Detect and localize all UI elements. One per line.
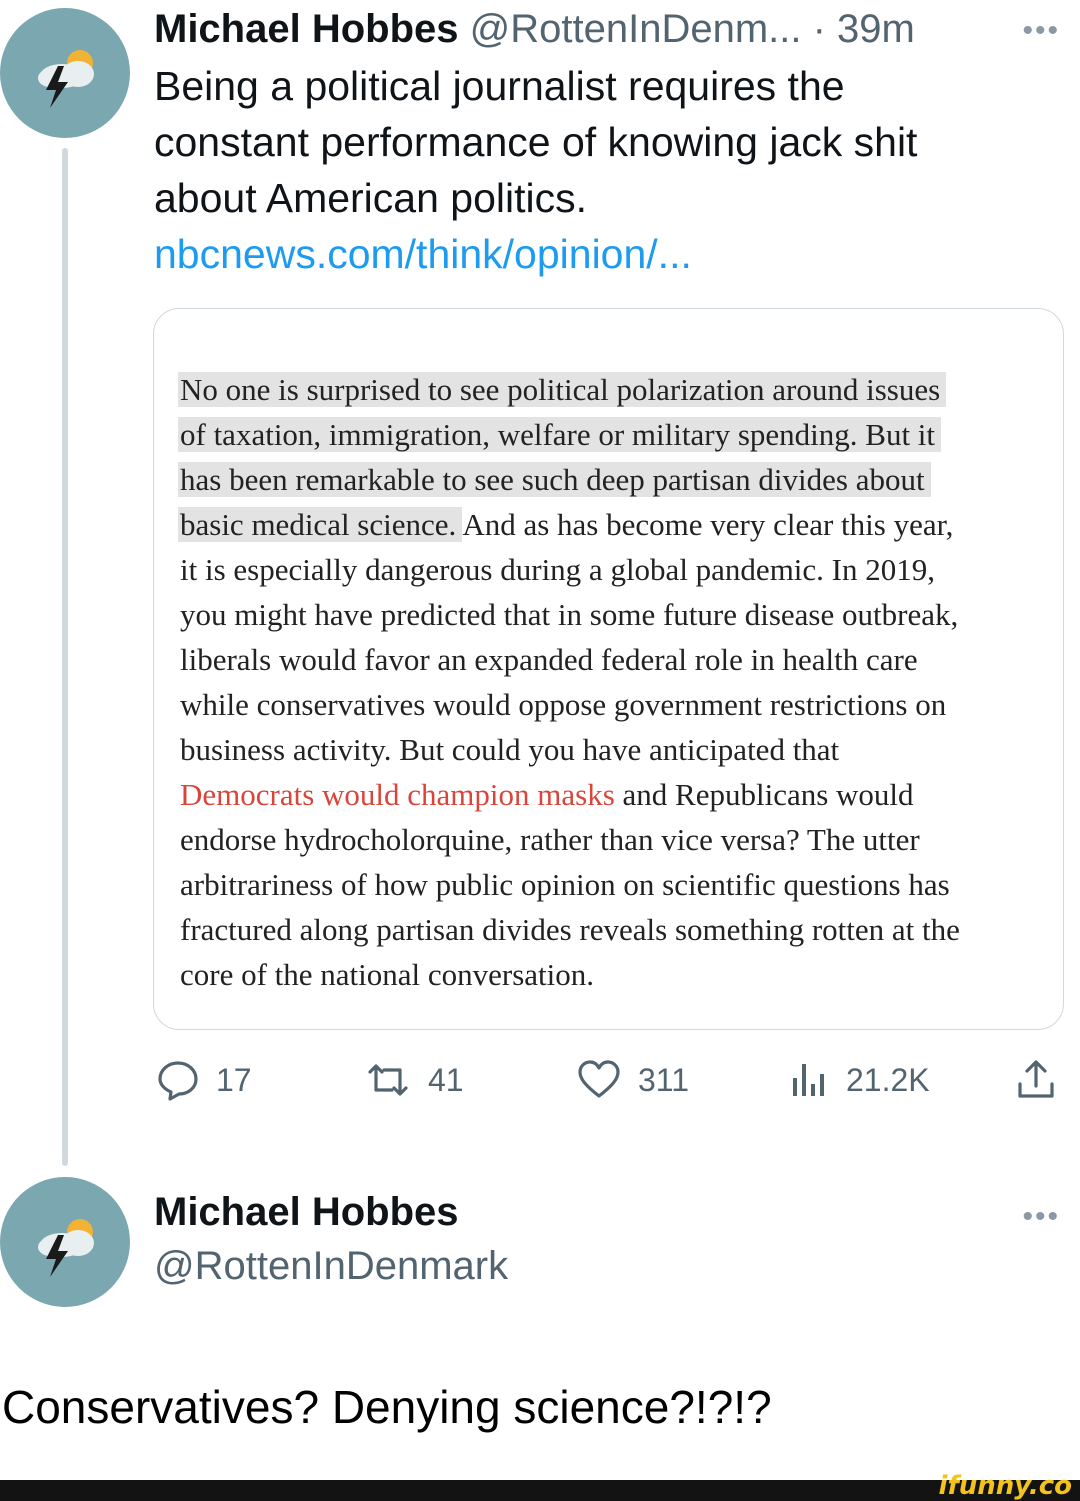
avatar[interactable] bbox=[0, 1177, 130, 1307]
highlighted-line: No one is surprised to see political pol… bbox=[180, 372, 941, 407]
reply-count: 17 bbox=[216, 1061, 252, 1098]
article-line: liberals would favor an expanded federal… bbox=[180, 642, 918, 677]
tweet-link[interactable]: nbcnews.com/think/opinion/... bbox=[154, 226, 1054, 282]
article-line: while conservatives would oppose governm… bbox=[180, 687, 947, 722]
action-bar: 17 41 311 21.2K bbox=[154, 1050, 1064, 1110]
like-count: 311 bbox=[638, 1061, 690, 1098]
analytics-icon bbox=[793, 1064, 824, 1096]
meme-caption: Conservatives? Denying science?!?!? bbox=[2, 1381, 772, 1433]
reply-author-handle[interactable]: @RottenInDenmark bbox=[154, 1244, 508, 1289]
article-link: Democrats would champion masks bbox=[180, 777, 615, 812]
view-count: 21.2K bbox=[846, 1061, 930, 1098]
author-handle[interactable]: @RottenInDenm... bbox=[470, 7, 802, 51]
thread-line bbox=[62, 148, 68, 1166]
article-line: core of the national conversation. bbox=[180, 957, 595, 992]
views-button[interactable]: 21.2K bbox=[788, 1050, 930, 1110]
reply-icon bbox=[158, 1061, 198, 1101]
author-name[interactable]: Michael Hobbes bbox=[154, 7, 459, 51]
retweet-count: 41 bbox=[428, 1061, 464, 1098]
highlighted-line: of taxation, immigration, welfare or mil… bbox=[180, 417, 936, 452]
tweet-text: Being a political journalist requires th… bbox=[154, 58, 1054, 282]
watermark-logo: ifunny.co bbox=[938, 1471, 1072, 1501]
share-button[interactable] bbox=[1014, 1050, 1058, 1110]
tweet-text-line: constant performance of knowing jack shi… bbox=[154, 119, 918, 165]
highlighted-line: has been remarkable to see such deep par… bbox=[180, 462, 925, 497]
footer-bar bbox=[0, 1480, 1080, 1501]
tweet-header: Michael Hobbes @RottenInDenm... · 39m bbox=[154, 6, 915, 52]
article-line: you might have predicted that in some fu… bbox=[180, 597, 959, 632]
article-line: And as has become very clear this year, bbox=[456, 507, 954, 542]
avatar[interactable] bbox=[0, 8, 130, 138]
heart-icon bbox=[578, 1060, 620, 1098]
more-options-icon[interactable]: ••• bbox=[1022, 1200, 1060, 1234]
more-options-icon[interactable]: ••• bbox=[1022, 14, 1060, 48]
highlighted-line: basic medical science. bbox=[180, 507, 457, 542]
article-line: endorse hydrocholorquine, rather than vi… bbox=[180, 822, 920, 857]
media-card[interactable]: No one is surprised to see political pol… bbox=[153, 308, 1064, 1030]
share-icon bbox=[1018, 1060, 1054, 1098]
separator: · bbox=[801, 7, 838, 51]
reply-button[interactable]: 17 bbox=[156, 1050, 252, 1110]
reply-author-name[interactable]: Michael Hobbes bbox=[154, 1190, 459, 1235]
tweet-text-line: Being a political journalist requires th… bbox=[154, 63, 845, 109]
like-button[interactable]: 311 bbox=[576, 1050, 689, 1110]
tweet-text-line: about American politics. bbox=[154, 175, 588, 221]
retweet-button[interactable]: 41 bbox=[364, 1050, 464, 1110]
article-excerpt: No one is surprised to see political pol… bbox=[180, 367, 1050, 997]
storm-cloud-icon bbox=[38, 50, 94, 108]
article-line: and Republicans would bbox=[614, 777, 914, 812]
retweet-icon bbox=[368, 1064, 408, 1096]
article-line: business activity. But could you have an… bbox=[180, 732, 840, 767]
article-line: fractured along partisan divides reveals… bbox=[180, 912, 960, 947]
storm-cloud-icon bbox=[38, 1219, 94, 1277]
article-line: it is especially dangerous during a glob… bbox=[180, 552, 936, 587]
article-line: arbitrariness of how public opinion on s… bbox=[180, 867, 950, 902]
timestamp[interactable]: 39m bbox=[837, 7, 915, 51]
